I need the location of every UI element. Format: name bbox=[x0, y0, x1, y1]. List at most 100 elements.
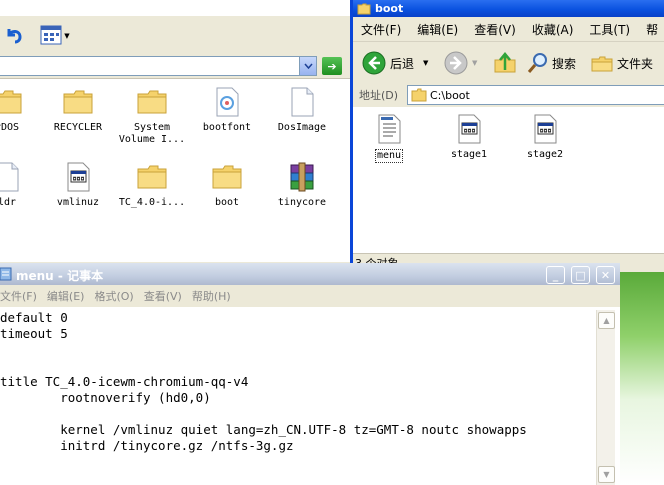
text-line: timeout 5 bbox=[0, 326, 68, 341]
chevron-down-icon: ▼ bbox=[472, 59, 478, 67]
views-button[interactable]: ▼ bbox=[36, 22, 74, 50]
chevron-down-icon: ▼ bbox=[64, 32, 70, 40]
menu-view[interactable]: 查看(V) bbox=[139, 288, 187, 304]
menu-favorites[interactable]: 收藏(A) bbox=[524, 21, 582, 38]
back-button[interactable]: 后退 ▼ bbox=[361, 49, 437, 77]
window-title: boot bbox=[375, 2, 404, 15]
search-label: 搜索 bbox=[552, 56, 577, 71]
boot-file-list: menu ◘◘◘ stage1 ◘◘◘ stage2 bbox=[353, 107, 664, 253]
forward-button[interactable]: ▼ bbox=[443, 49, 485, 77]
file-item[interactable]: ◘◘◘ stage1 bbox=[439, 113, 499, 161]
forward-arrow-icon bbox=[444, 51, 468, 75]
up-folder-button[interactable] bbox=[491, 49, 519, 77]
file-label: DosImage bbox=[277, 122, 327, 133]
folder-icon bbox=[136, 86, 168, 118]
undo-button[interactable] bbox=[0, 22, 28, 50]
svg-text:◘◘◘: ◘◘◘ bbox=[464, 129, 476, 135]
minimize-button[interactable]: _ bbox=[546, 266, 565, 284]
notepad-titlebar[interactable]: menu - 记事本 _ □ ✕ bbox=[0, 263, 620, 285]
file-label: RECYCLER bbox=[53, 122, 103, 133]
folder-icon bbox=[411, 88, 427, 102]
menu-file[interactable]: 文件(F) bbox=[353, 21, 409, 38]
desktop-background bbox=[620, 272, 664, 485]
text-line: initrd /tinycore.gz /ntfs-3g.gz bbox=[0, 438, 294, 453]
doc-file-icon bbox=[286, 86, 318, 118]
file-item[interactable]: ◘◘◘ stage2 bbox=[515, 113, 575, 161]
back-arrow-icon bbox=[362, 51, 386, 75]
chevron-down-icon: ▼ bbox=[603, 470, 610, 479]
file-label: menu bbox=[374, 149, 404, 163]
left-toolbar: ▼ bbox=[0, 16, 350, 55]
scroll-down-button[interactable]: ▼ bbox=[598, 466, 615, 483]
file-item[interactable]: menu bbox=[359, 113, 419, 163]
text-line: default 0 bbox=[0, 310, 68, 325]
folder-icon bbox=[0, 86, 23, 118]
file-item[interactable]: RECYCLER bbox=[41, 86, 115, 134]
address-dropdown-button[interactable] bbox=[299, 57, 316, 75]
menu-format[interactable]: 格式(O) bbox=[89, 288, 138, 304]
menu-tools[interactable]: 工具(T) bbox=[581, 21, 638, 38]
menu-help[interactable]: 帮助(H) bbox=[187, 288, 236, 304]
maximize-button[interactable]: □ bbox=[571, 266, 590, 284]
back-label: 后退 bbox=[390, 56, 415, 71]
boot-toolbar: 后退 ▼ ▼ 搜索 文件夹 bbox=[353, 42, 664, 83]
window-title: menu - 记事本 bbox=[16, 269, 104, 283]
text-line bbox=[0, 342, 596, 358]
file-item[interactable]: boot bbox=[190, 161, 264, 209]
svg-text:◘◘◘: ◘◘◘ bbox=[540, 129, 552, 135]
folders-label: 文件夹 bbox=[617, 56, 654, 71]
address-value: C:\boot bbox=[430, 88, 470, 102]
menu-view[interactable]: 查看(V) bbox=[466, 21, 524, 38]
text-line bbox=[0, 406, 596, 422]
file-label: boot bbox=[214, 197, 240, 208]
chevron-down-icon: ▼ bbox=[423, 59, 429, 67]
file-item[interactable]: tinycore bbox=[265, 161, 339, 209]
boot-titlebar[interactable]: boot bbox=[353, 0, 664, 17]
text-file-icon bbox=[373, 113, 405, 145]
close-icon: ✕ bbox=[600, 268, 611, 282]
file-item[interactable]: DosImage bbox=[265, 86, 339, 134]
address-field[interactable]: C:\boot bbox=[407, 85, 664, 105]
left-address-field[interactable] bbox=[0, 56, 317, 76]
menu-edit[interactable]: 编辑(E) bbox=[42, 288, 90, 304]
close-button[interactable]: ✕ bbox=[596, 266, 615, 284]
notepad-text-area[interactable]: default 0 timeout 5 title TC_4.0-icewm-c… bbox=[0, 310, 596, 485]
file-label: vmlinuz bbox=[56, 197, 100, 208]
file-item[interactable]: System Volume I... bbox=[115, 86, 189, 146]
vertical-scrollbar[interactable]: ▲ ▼ bbox=[596, 310, 615, 485]
go-arrow-icon: ➔ bbox=[327, 59, 337, 73]
folder-icon bbox=[136, 161, 168, 193]
menu-edit[interactable]: 编辑(E) bbox=[409, 21, 466, 38]
generic-file-icon: ◘◘◘ bbox=[62, 161, 94, 193]
search-button[interactable]: 搜索 bbox=[525, 49, 585, 77]
generic-file-icon: ◘◘◘ bbox=[529, 113, 561, 145]
boot-explorer-window: boot 文件(F) 编辑(E) 查看(V) 收藏(A) 工具(T) 帮 后退 … bbox=[350, 0, 664, 272]
text-line: title TC_4.0-icewm-chromium-qq-v4 bbox=[0, 374, 249, 389]
text-line: rootnoverify (hd0,0) bbox=[0, 390, 211, 405]
left-explorer-window: ▼ ➔ rDOS RECYCLER System Volume I... boo… bbox=[0, 0, 350, 262]
file-label: TC_4.0-i... bbox=[118, 197, 186, 208]
menu-file[interactable]: 文件(F) bbox=[0, 288, 42, 304]
up-folder-icon bbox=[493, 51, 517, 75]
scroll-up-button[interactable]: ▲ bbox=[598, 312, 615, 329]
file-item[interactable]: bootfont bbox=[190, 86, 264, 134]
undo-icon bbox=[3, 24, 25, 49]
file-label: tinycore bbox=[277, 197, 327, 208]
file-item[interactable]: ldr bbox=[0, 161, 44, 209]
file-label: stage2 bbox=[526, 149, 564, 160]
file-item[interactable]: TC_4.0-i... bbox=[115, 161, 189, 209]
generic-file-icon: ◘◘◘ bbox=[453, 113, 485, 145]
file-label: ldr bbox=[0, 197, 17, 208]
notepad-menubar: 文件(F) 编辑(E) 格式(O) 查看(V) 帮助(H) bbox=[0, 285, 620, 307]
folders-icon bbox=[590, 51, 614, 75]
file-item[interactable]: ◘◘◘ vmlinuz bbox=[41, 161, 115, 209]
folders-button[interactable]: 文件夹 bbox=[589, 49, 663, 77]
file-item[interactable]: rDOS bbox=[0, 86, 44, 134]
text-line bbox=[0, 358, 596, 374]
maximize-icon: □ bbox=[575, 268, 586, 282]
folder-icon bbox=[62, 86, 94, 118]
go-button[interactable]: ➔ bbox=[322, 57, 342, 75]
folder-icon bbox=[211, 161, 243, 193]
menu-help[interactable]: 帮 bbox=[638, 21, 664, 38]
winrar-archive-icon bbox=[286, 161, 318, 193]
